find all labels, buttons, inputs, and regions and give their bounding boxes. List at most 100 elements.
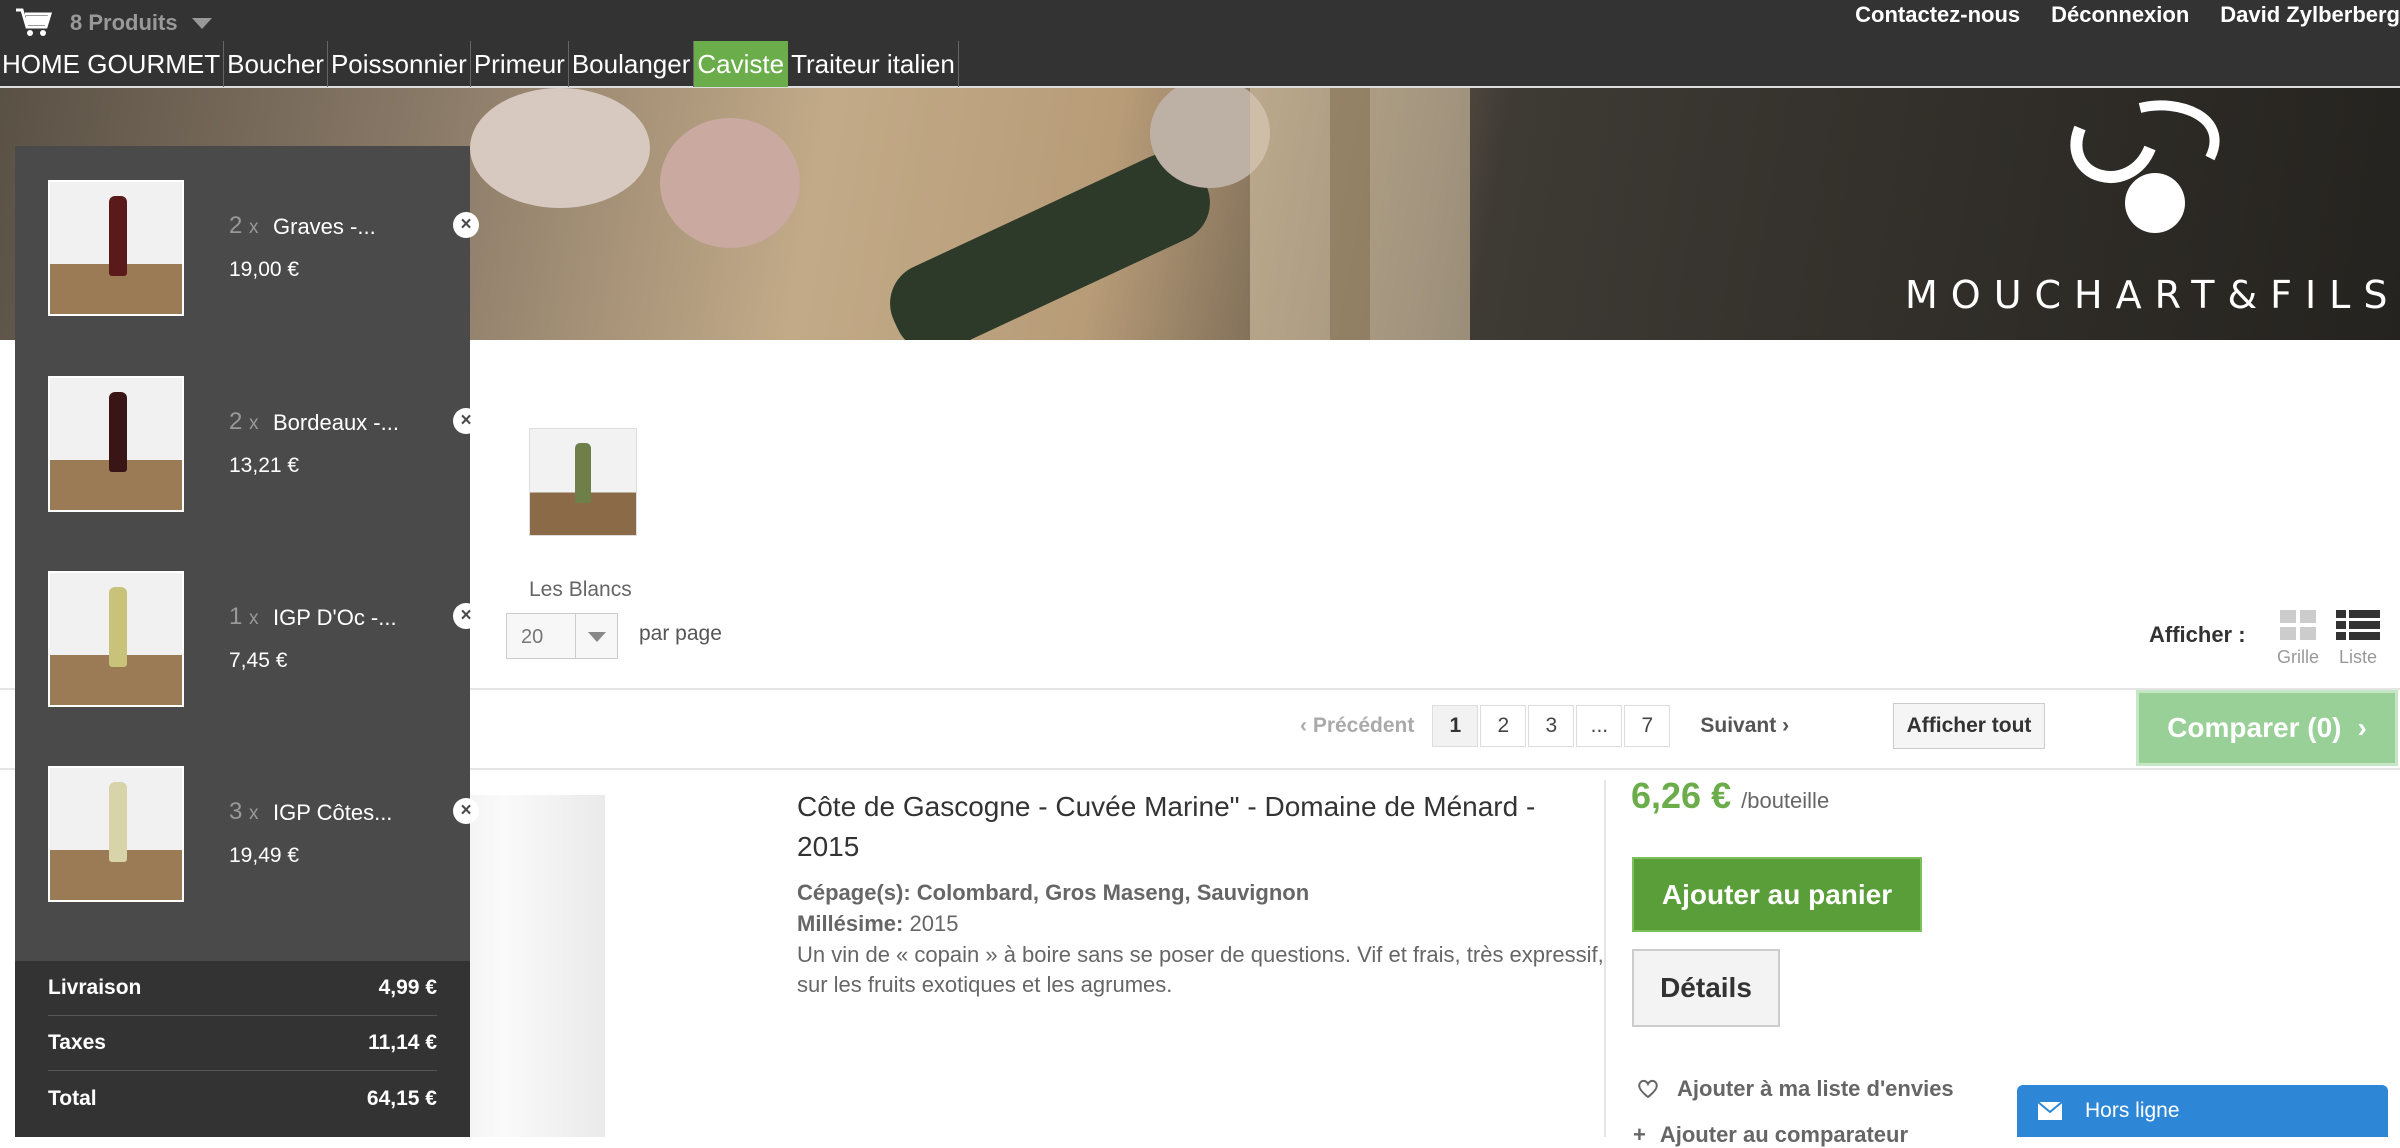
bottle-icon [109, 196, 127, 276]
cart-item: 2 x Graves -... 19,00 € × [48, 180, 479, 320]
taxes-row: Taxes 11,14 € [48, 1016, 437, 1071]
cart-item-price: 19,00 € [229, 258, 300, 281]
category-thumbnail[interactable] [529, 428, 637, 536]
cart-item-qty: 2 x [229, 212, 259, 239]
pagination: ‹ Précédent 1 2 3 ... 7 Suivant › [1300, 705, 1789, 747]
product-millesime: Millésime: 2015 [797, 911, 958, 937]
nav-traiteur-italien[interactable]: Traiteur italien [788, 41, 959, 87]
bottle-icon [109, 782, 127, 862]
cart-item-qty: 2 x [229, 408, 259, 435]
cart-dropdown: 2 x Graves -... 19,00 € × 2 x Bordeaux -… [15, 146, 479, 1137]
bottle-icon [109, 587, 127, 667]
caret-down-icon [191, 17, 212, 29]
compare-button[interactable]: Comparer (0) › [2136, 690, 2398, 766]
cart-item-name[interactable]: IGP Côtes... [273, 800, 392, 826]
cart-item-thumbnail[interactable] [48, 571, 184, 707]
cart-item-qty: 3 x [229, 798, 259, 825]
cart-item-price: 19,49 € [229, 844, 300, 867]
shipping-value: 4,99 € [378, 976, 437, 999]
nav-poissonnier[interactable]: Poissonnier [328, 41, 471, 87]
product-cepage: Cépage(s): Colombard, Gros Maseng, Sauvi… [797, 880, 1310, 905]
shipping-label: Livraison [48, 976, 142, 999]
product-price: 6,26 € /bouteille [1631, 775, 1829, 817]
user-account-link[interactable]: David Zylberberg [2220, 2, 2400, 28]
product-description: Un vin de « copain » à boire sans se pos… [797, 942, 1604, 997]
cart-toggle[interactable]: 8 Produits [16, 0, 212, 46]
per-page-value: 20 [521, 626, 544, 648]
grid-view-button[interactable]: Grille [2277, 608, 2319, 668]
pagination-next[interactable]: Suivant › [1700, 714, 1789, 738]
cart-totals: Livraison 4,99 € Taxes 11,14 € Total 64,15 … [15, 961, 470, 1137]
cart-count: 8 Produits [70, 10, 178, 35]
contact-link[interactable]: Contactez-nous [1855, 2, 2020, 28]
comparator-link[interactable]: + Ajouter au comparateur [1633, 1122, 1908, 1148]
remove-item-icon[interactable]: × [453, 212, 479, 238]
nav-caviste[interactable]: Caviste [694, 41, 789, 87]
add-to-cart-button[interactable]: Ajouter au panier [1632, 857, 1922, 932]
cart-item-name[interactable]: IGP D'Oc -... [273, 605, 397, 631]
chat-widget[interactable]: Hors ligne [2017, 1085, 2388, 1137]
chevron-right-icon: › [2357, 712, 2367, 743]
cart-item-name[interactable]: Bordeaux -... [273, 410, 399, 436]
page-3[interactable]: 3 [1528, 705, 1575, 747]
nav-boucher[interactable]: Boucher [224, 41, 328, 87]
top-bar: 8 Produits Contactez-nous Déconnexion Da… [0, 0, 2400, 88]
grid-icon [2280, 610, 2316, 640]
nav-home-gourmet[interactable]: HOME GOURMET [0, 41, 225, 87]
per-page-suffix: par page [639, 622, 722, 645]
price-unit: /bouteille [1741, 788, 1830, 813]
heart-icon [1638, 1079, 1658, 1099]
page-ellipsis: ... [1576, 705, 1623, 747]
wishlist-link[interactable]: Ajouter à ma liste d'envies [1637, 1076, 1954, 1102]
page-7[interactable]: 7 [1624, 705, 1671, 747]
next-label: Suivant [1700, 714, 1777, 737]
prev-label: Précédent [1312, 714, 1415, 737]
nav-boulanger[interactable]: Boulanger [569, 41, 695, 87]
list-label: Liste [2338, 647, 2378, 667]
compare-label: Comparer (0) [2167, 712, 2342, 743]
page-1[interactable]: 1 [1432, 705, 1479, 747]
list-icon [2336, 610, 2380, 640]
divider [1604, 780, 1606, 1137]
envelope-icon [2037, 1101, 2063, 1120]
main-nav: HOME GOURMET Boucher Poissonnier Primeur… [0, 41, 959, 87]
show-all-button[interactable]: Afficher tout [1893, 703, 2045, 749]
remove-item-icon[interactable]: × [453, 798, 479, 824]
shipping-row: Livraison 4,99 € [48, 961, 437, 1016]
product-title[interactable]: Côte de Gascogne - Cuvée Marine" - Domai… [797, 787, 1587, 867]
cart-item-price: 13,21 € [229, 454, 300, 477]
price-value: 6,26 € [1631, 775, 1732, 816]
wishlist-label: Ajouter à ma liste d'envies [1677, 1076, 1954, 1101]
logout-link[interactable]: Déconnexion [2051, 2, 2189, 28]
cart-item-thumbnail[interactable] [48, 766, 184, 902]
details-button[interactable]: Détails [1632, 949, 1780, 1027]
millesime-label: Millésime: [797, 911, 904, 936]
taxes-value: 11,14 € [368, 1031, 437, 1054]
pagination-prev[interactable]: ‹ Précédent [1300, 714, 1414, 738]
cart-item-price: 7,45 € [229, 649, 288, 672]
total-value: 64,15 € [366, 1086, 437, 1110]
comparator-label: Ajouter au comparateur [1659, 1122, 1909, 1147]
chevron-down-icon [575, 614, 617, 658]
remove-item-icon[interactable]: × [453, 408, 479, 434]
cart-item-qty: 1 x [229, 603, 259, 630]
total-label: Total [48, 1086, 97, 1110]
cart-item-thumbnail[interactable] [48, 180, 184, 316]
per-page-select[interactable]: 20 [506, 613, 618, 659]
millesime-value: 2015 [909, 911, 959, 936]
list-view-button[interactable]: Liste [2336, 608, 2380, 668]
cart-item: 3 x IGP Côtes... 19,49 € × [48, 766, 479, 906]
total-row: Total 64,15 € [48, 1071, 437, 1126]
taxes-label: Taxes [48, 1031, 106, 1054]
cart-item-name[interactable]: Graves -... [273, 214, 376, 240]
plus-icon: + [1633, 1122, 1646, 1147]
cart-item: 1 x IGP D'Oc -... 7,45 € × [48, 571, 479, 711]
nav-primeur[interactable]: Primeur [471, 41, 569, 87]
bottle-icon [109, 392, 127, 472]
cart-item-thumbnail[interactable] [48, 376, 184, 512]
page-2[interactable]: 2 [1480, 705, 1527, 747]
grid-label: Grille [2277, 647, 2320, 667]
category-label[interactable]: Les Blancs [529, 578, 632, 602]
brand-logo-text: MOUCHART&FILS [1905, 273, 2400, 317]
remove-item-icon[interactable]: × [453, 603, 479, 629]
